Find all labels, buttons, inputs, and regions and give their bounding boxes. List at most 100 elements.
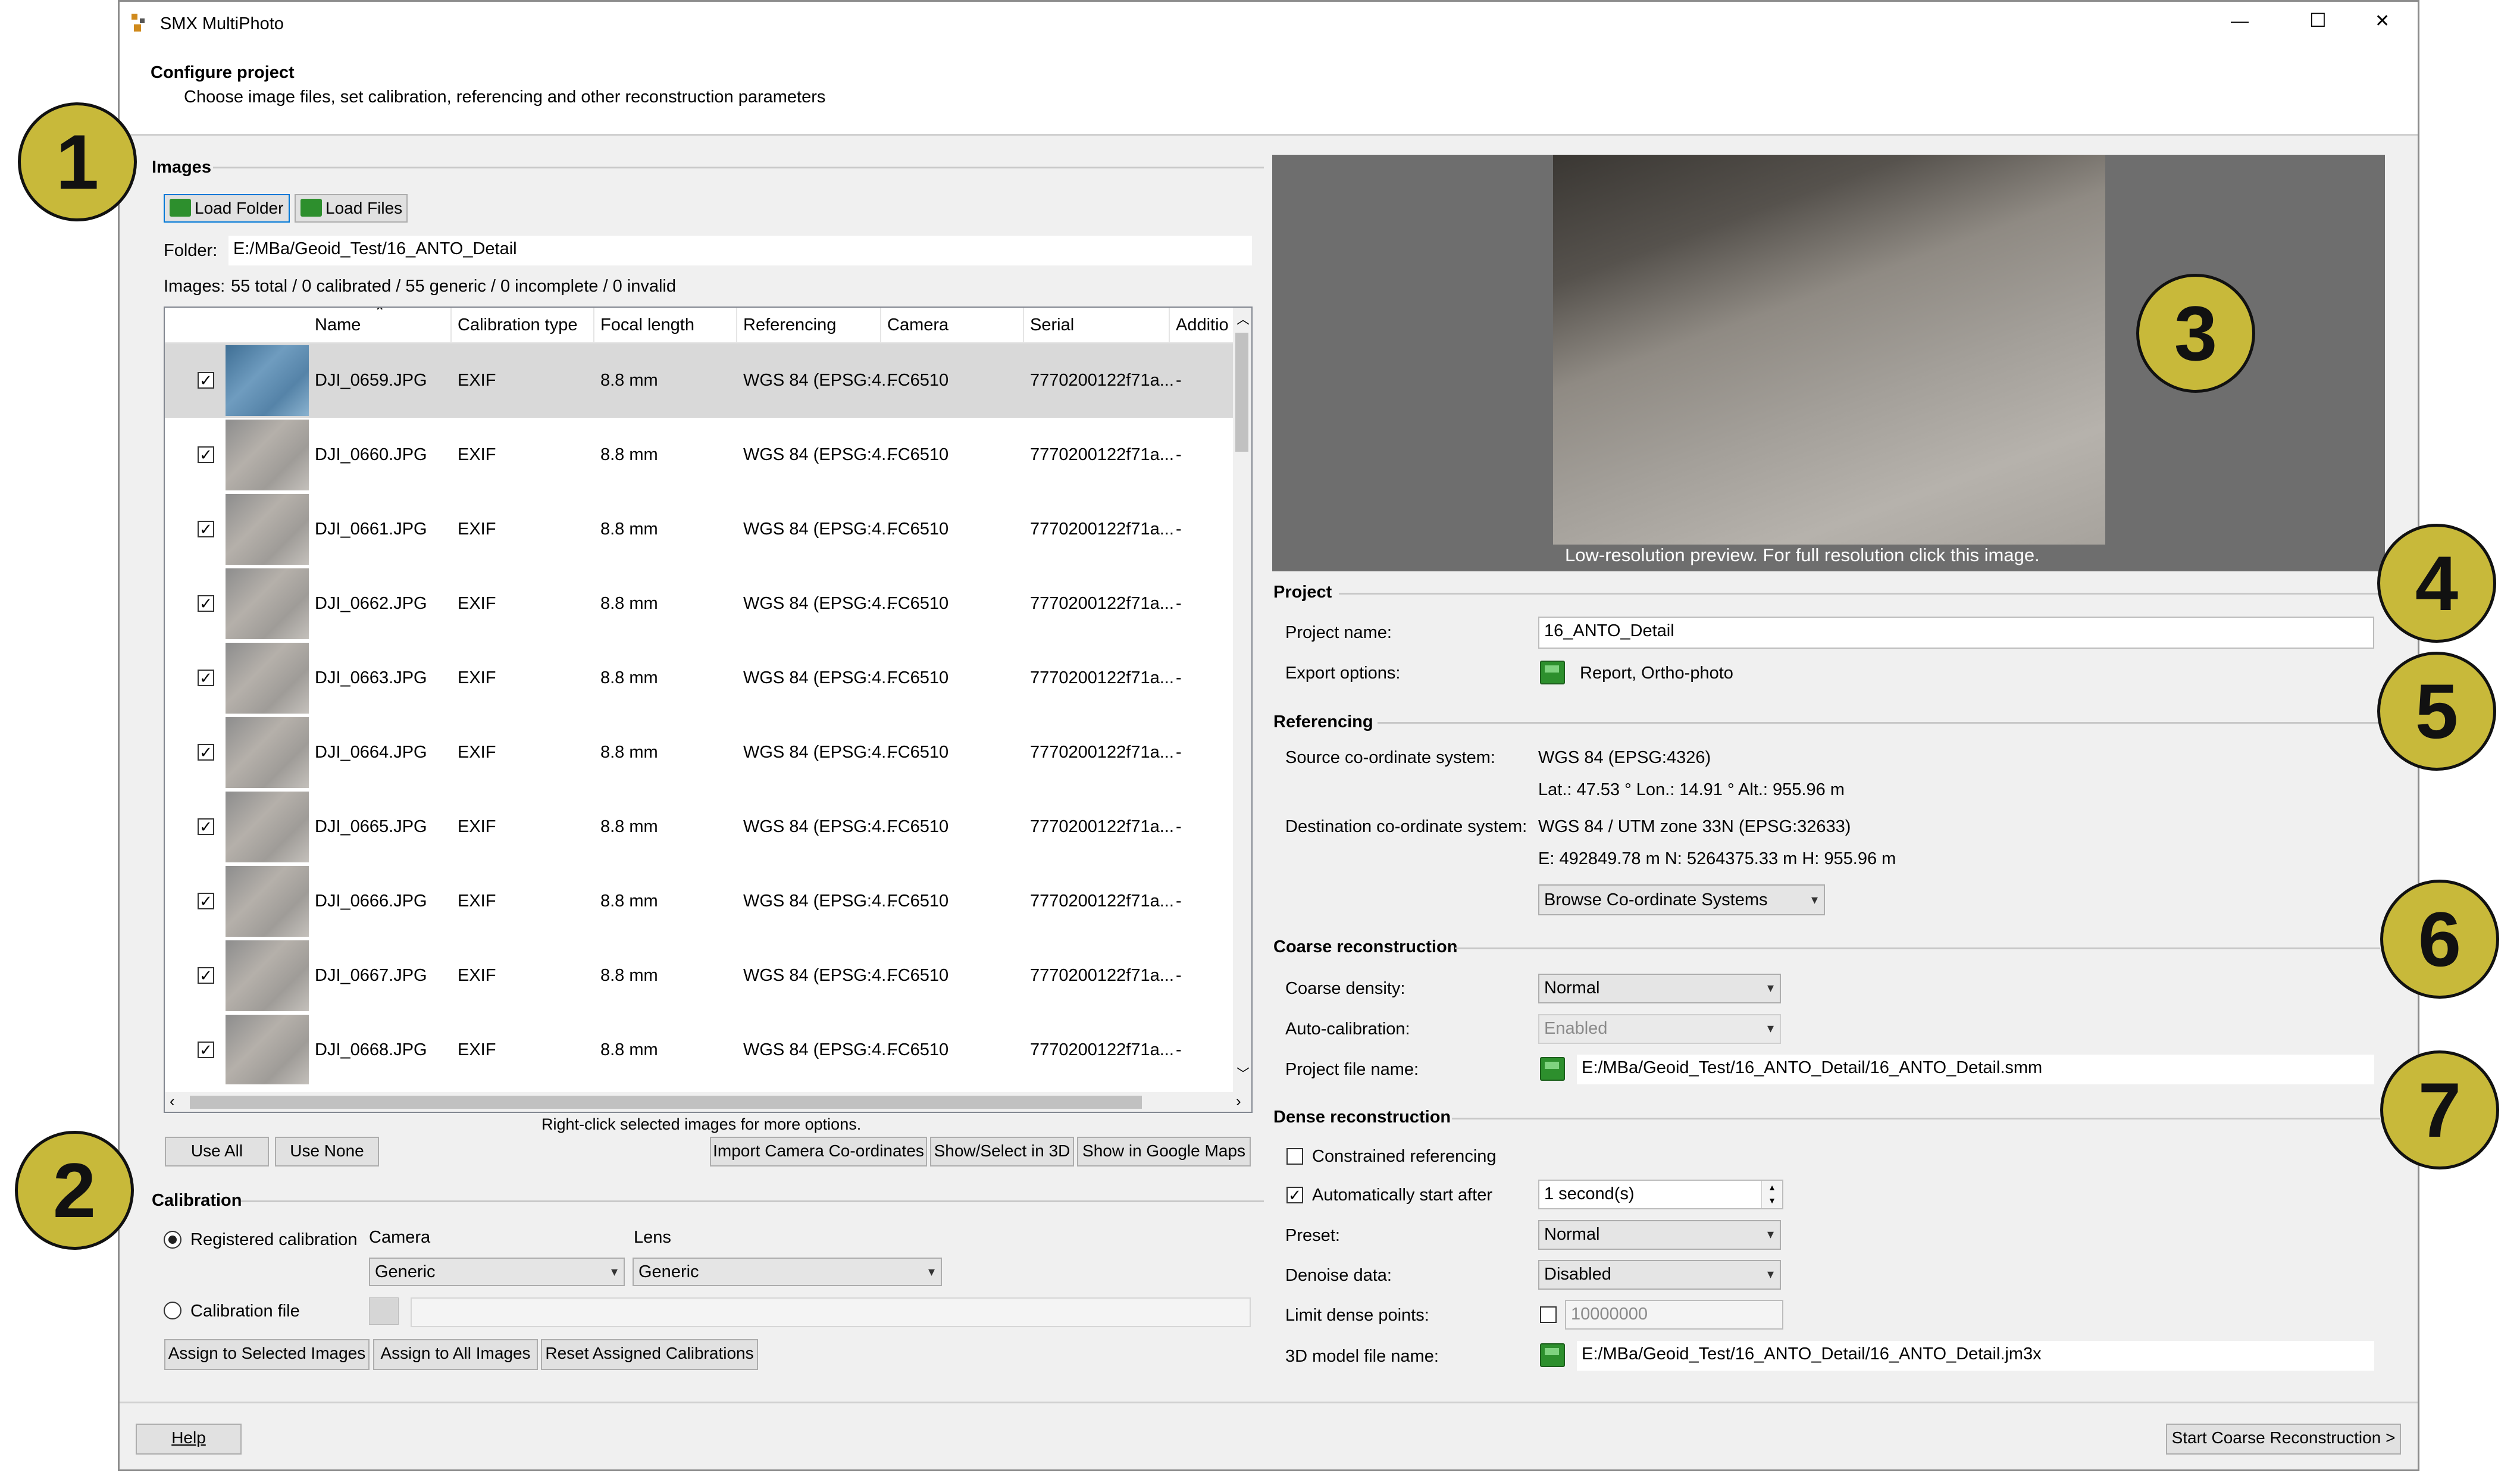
limit-points-checkbox[interactable] — [1540, 1306, 1557, 1323]
image-thumbnail — [226, 1015, 309, 1084]
table-row[interactable]: ✓ DJI_0660.JPG EXIF 8.8 mm WGS 84 (EPSG:… — [165, 418, 1233, 492]
image-thumbnail — [226, 568, 309, 639]
denoise-label: Denoise data: — [1285, 1266, 1392, 1285]
table-row[interactable]: ✓ DJI_0667.JPG EXIF 8.8 mm WGS 84 (EPSG:… — [165, 939, 1233, 1013]
table-row[interactable]: ✓ DJI_0664.JPG EXIF 8.8 mm WGS 84 (EPSG:… — [165, 715, 1233, 790]
images-table[interactable]: ⌃ Name Calibration type Focal length Ref… — [164, 307, 1253, 1113]
column-header-referencing[interactable]: Referencing — [737, 308, 881, 342]
scroll-down-icon[interactable]: ﹀ — [1236, 1064, 1250, 1083]
browse-model-file-icon[interactable] — [1540, 1343, 1565, 1367]
image-thumbnail — [226, 345, 309, 416]
column-header-calibration[interactable]: Calibration type — [452, 308, 594, 342]
badge-6: 6 — [2380, 880, 2499, 999]
page-title: Configure project — [151, 63, 295, 82]
table-row[interactable]: ✓ DJI_0668.JPG EXIF 8.8 mm WGS 84 (EPSG:… — [165, 1013, 1233, 1084]
row-checkbox[interactable]: ✓ — [198, 595, 214, 612]
scroll-right-icon[interactable]: › — [1236, 1092, 1241, 1111]
coarse-density-select[interactable]: Normal ▾ — [1538, 974, 1781, 1003]
reset-calibrations-button[interactable]: Reset Assigned Calibrations — [541, 1339, 758, 1370]
show-google-maps-button[interactable]: Show in Google Maps — [1077, 1137, 1251, 1166]
horizontal-scrollbar[interactable]: ‹ › — [165, 1092, 1251, 1112]
table-row[interactable]: ✓ DJI_0659.JPG EXIF 8.8 mm WGS 84 (EPSG:… — [165, 343, 1233, 418]
row-checkbox[interactable]: ✓ — [198, 818, 214, 835]
scroll-hthumb[interactable] — [190, 1096, 1142, 1109]
row-checkbox[interactable]: ✓ — [198, 967, 214, 984]
start-coarse-button[interactable]: Start Coarse Reconstruction > — [2166, 1424, 2401, 1455]
maximize-icon[interactable]: ☐ — [2309, 10, 2327, 30]
use-all-button[interactable]: Use All — [165, 1137, 269, 1166]
table-row[interactable]: ✓ DJI_0665.JPG EXIF 8.8 mm WGS 84 (EPSG:… — [165, 790, 1233, 864]
column-header-name[interactable]: Name — [309, 308, 452, 342]
image-thumbnail — [226, 643, 309, 714]
model-file-field[interactable]: E:/MBa/Geoid_Test/16_ANTO_Detail/16_ANTO… — [1577, 1341, 2374, 1371]
table-hint: Right-click selected images for more opt… — [541, 1115, 862, 1133]
auto-calibration-label: Auto-calibration: — [1285, 1019, 1410, 1039]
browse-project-file-icon[interactable] — [1540, 1057, 1565, 1081]
image-thumbnail — [226, 792, 309, 862]
minimize-icon[interactable]: — — [2231, 11, 2249, 32]
spinner-arrows-icon[interactable]: ▲ ▼ — [1761, 1181, 1782, 1208]
dest-crs-value: WGS 84 / UTM zone 33N (EPSG:32633) — [1538, 817, 1851, 836]
close-icon[interactable]: ✕ — [2375, 11, 2390, 32]
camera-select[interactable]: Generic ▾ — [369, 1258, 625, 1286]
browse-crs-select[interactable]: Browse Co-ordinate Systems ▾ — [1538, 884, 1825, 915]
column-header-camera[interactable]: Camera — [881, 308, 1024, 342]
image-thumbnail — [226, 494, 309, 565]
browse-file-icon[interactable] — [369, 1297, 399, 1325]
chevron-down-icon: ▾ — [1767, 1266, 1774, 1281]
limit-points-label: Limit dense points: — [1285, 1306, 1429, 1325]
project-file-label: Project file name: — [1285, 1060, 1419, 1079]
export-options-value: Report, Ortho-photo — [1580, 664, 1733, 683]
row-checkbox[interactable]: ✓ — [198, 521, 214, 537]
export-settings-icon[interactable] — [1540, 661, 1565, 684]
registered-calibration-radio[interactable] — [164, 1231, 181, 1249]
denoise-select[interactable]: Disabled ▾ — [1538, 1260, 1781, 1290]
limit-points-spinbox[interactable]: 10000000 — [1565, 1300, 1783, 1330]
calibration-file-field[interactable] — [411, 1297, 1251, 1327]
scroll-up-icon[interactable]: ︿ — [1236, 309, 1250, 328]
help-button[interactable]: Help — [136, 1424, 242, 1455]
camera-label: Camera — [369, 1228, 431, 1247]
auto-start-spinbox[interactable]: 1 second(s) — [1538, 1180, 1783, 1209]
table-row[interactable]: ✓ DJI_0662.JPG EXIF 8.8 mm WGS 84 (EPSG:… — [165, 567, 1233, 641]
row-checkbox[interactable]: ✓ — [198, 446, 214, 463]
chevron-down-icon: ▾ — [928, 1264, 935, 1279]
auto-calibration-select[interactable]: Enabled ▾ — [1538, 1014, 1781, 1044]
table-header: ⌃ Name Calibration type Focal length Ref… — [165, 308, 1233, 343]
column-header-focal[interactable]: Focal length — [594, 308, 737, 342]
row-checkbox[interactable]: ✓ — [198, 744, 214, 761]
folder-path-field[interactable]: E:/MBa/Geoid_Test/16_ANTO_Detail — [228, 236, 1252, 265]
images-summary-value: 55 total / 0 calibrated / 55 generic / 0… — [231, 277, 676, 296]
assign-all-button[interactable]: Assign to All Images — [373, 1339, 538, 1370]
load-folder-button[interactable]: Load Folder — [164, 194, 290, 223]
vertical-scrollbar[interactable]: ︿ ﹀ — [1233, 308, 1251, 1092]
row-checkbox[interactable]: ✓ — [198, 893, 214, 909]
assign-selected-button[interactable]: Assign to Selected Images — [164, 1339, 370, 1370]
row-checkbox[interactable]: ✓ — [198, 1042, 214, 1058]
use-none-button[interactable]: Use None — [275, 1137, 379, 1166]
table-row[interactable]: ✓ DJI_0666.JPG EXIF 8.8 mm WGS 84 (EPSG:… — [165, 864, 1233, 939]
constrained-referencing-label: Constrained referencing — [1312, 1147, 1497, 1166]
project-name-field[interactable]: 16_ANTO_Detail — [1538, 617, 2374, 649]
show-select-3d-button[interactable]: Show/Select in 3D — [930, 1137, 1074, 1166]
page-subtitle: Choose image files, set calibration, ref… — [184, 87, 826, 107]
row-checkbox[interactable]: ✓ — [198, 372, 214, 389]
row-checkbox[interactable]: ✓ — [198, 670, 214, 686]
project-file-field[interactable]: E:/MBa/Geoid_Test/16_ANTO_Detail/16_ANTO… — [1577, 1055, 2374, 1084]
scroll-left-icon[interactable]: ‹ — [170, 1092, 175, 1111]
scroll-thumb[interactable] — [1235, 333, 1248, 452]
auto-start-checkbox[interactable]: ✓ — [1286, 1187, 1303, 1203]
source-crs-value: WGS 84 (EPSG:4326) — [1538, 748, 1711, 767]
table-row[interactable]: ✓ DJI_0663.JPG EXIF 8.8 mm WGS 84 (EPSG:… — [165, 641, 1233, 715]
constrained-referencing-checkbox[interactable] — [1286, 1148, 1303, 1165]
column-header-additional[interactable]: Additio — [1170, 308, 1233, 342]
import-coordinates-button[interactable]: Import Camera Co-ordinates — [710, 1137, 927, 1166]
dest-coords: E: 492849.78 m N: 5264375.33 m H: 955.96… — [1538, 849, 1896, 868]
load-files-button[interactable]: Load Files — [295, 194, 408, 223]
calibration-file-radio[interactable] — [164, 1302, 181, 1319]
column-header-serial[interactable]: Serial — [1024, 308, 1170, 342]
lens-select[interactable]: Generic ▾ — [633, 1258, 942, 1286]
table-row[interactable]: ✓ DJI_0661.JPG EXIF 8.8 mm WGS 84 (EPSG:… — [165, 492, 1233, 567]
auto-start-label: Automatically start after — [1312, 1186, 1492, 1205]
preset-select[interactable]: Normal ▾ — [1538, 1220, 1781, 1250]
